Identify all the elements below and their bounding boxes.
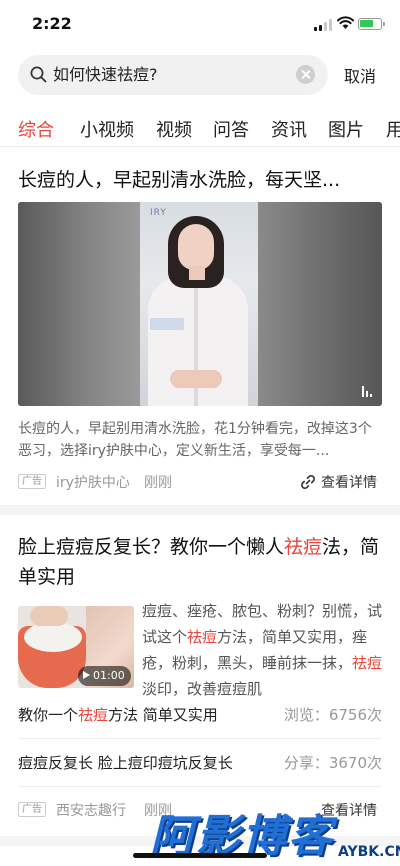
- tabs-divider: [0, 146, 400, 147]
- card1-source[interactable]: iry护肤中心: [56, 472, 130, 492]
- status-bar: 2:22: [0, 0, 400, 46]
- tab-images[interactable]: 图片: [328, 116, 364, 142]
- tab-qa[interactable]: 问答: [213, 116, 249, 142]
- tab-video[interactable]: 视频: [156, 116, 192, 142]
- card1-details-link[interactable]: 查看详情: [321, 472, 377, 492]
- cancel-button[interactable]: 取消: [344, 63, 376, 87]
- video-frame: IRY: [140, 202, 258, 406]
- card2-title[interactable]: 脸上痘痘反复长？教你一个懒人祛痘法，简单实用: [18, 532, 382, 592]
- related-row-title: 痘痘反复长 脸上痘印痘坑反复长: [18, 754, 233, 772]
- tab-short-video[interactable]: 小视频: [80, 116, 134, 142]
- card2-description[interactable]: 痘痘、痤疮、脓包、粉刺？别慌，试试这个祛痘方法，简单又实用，痤疮，粉刺，黑头，睡…: [142, 598, 384, 702]
- search-box[interactable]: 如何快速祛痘?: [18, 55, 328, 95]
- cellular-signal-icon: [314, 19, 332, 31]
- category-tabs: 综合 小视频 视频 问答 资讯 图片 用: [0, 112, 400, 146]
- tab-news[interactable]: 资讯: [271, 116, 307, 142]
- tab-comprehensive[interactable]: 综合: [18, 116, 54, 142]
- ad-tag: 广告: [18, 802, 46, 817]
- section-gap: [0, 505, 400, 515]
- search-input[interactable]: 如何快速祛痘?: [53, 55, 273, 95]
- video-indicator-icon: [362, 386, 372, 397]
- clear-icon[interactable]: [296, 65, 315, 84]
- card2-title-highlight: 祛痘: [284, 536, 323, 558]
- search-icon: [30, 66, 47, 83]
- video-duration-badge: 01:00: [78, 666, 131, 686]
- play-icon: [83, 671, 90, 679]
- video-brand-mark: IRY: [150, 208, 167, 218]
- related-row[interactable]: 痘痘反复长 脸上痘印痘坑反复长 分享：3670次: [18, 742, 382, 784]
- card2-video-thumbnail[interactable]: 01:00: [18, 606, 134, 688]
- related-row-title: 教你一个祛痘方法 简单又实用: [18, 706, 218, 724]
- card2-desc-highlight: 祛痘: [187, 628, 218, 646]
- card1-description[interactable]: 长痘的人，早起别用清水洗脸，花1分钟看完，改掉这3个恶习，选择iry护肤中心，定…: [18, 418, 382, 462]
- video-duration: 01:00: [93, 669, 125, 682]
- card2-source[interactable]: 西安志趣行: [56, 800, 126, 820]
- battery-icon: [358, 18, 385, 30]
- share-count: 分享：3670次: [283, 754, 382, 772]
- video-blur-left: [18, 202, 140, 406]
- status-time: 2:22: [32, 14, 72, 33]
- link-icon: [301, 475, 315, 489]
- card1-time: 刚刚: [144, 475, 172, 491]
- home-indicator[interactable]: [133, 853, 267, 858]
- row-divider: [18, 738, 382, 739]
- card1-title[interactable]: 长痘的人，早起别清水洗脸，每天坚...: [18, 165, 382, 192]
- view-count: 浏览：6756次: [283, 706, 382, 724]
- name-badge: [150, 318, 184, 330]
- watermark-domain: AYBK.CN: [338, 844, 400, 860]
- tab-more[interactable]: 用: [386, 116, 400, 142]
- card2-desc-highlight: 祛痘: [352, 654, 383, 672]
- row-divider: [18, 786, 382, 787]
- card2-title-text: 脸上痘痘反复长？教你一个懒人: [18, 536, 285, 558]
- video-player[interactable]: IRY: [18, 202, 382, 406]
- wifi-icon: [337, 16, 354, 29]
- related-row[interactable]: 教你一个祛痘方法 简单又实用 浏览：6756次: [18, 694, 382, 736]
- video-blur-right: [258, 202, 382, 406]
- ad-tag: 广告: [18, 474, 46, 489]
